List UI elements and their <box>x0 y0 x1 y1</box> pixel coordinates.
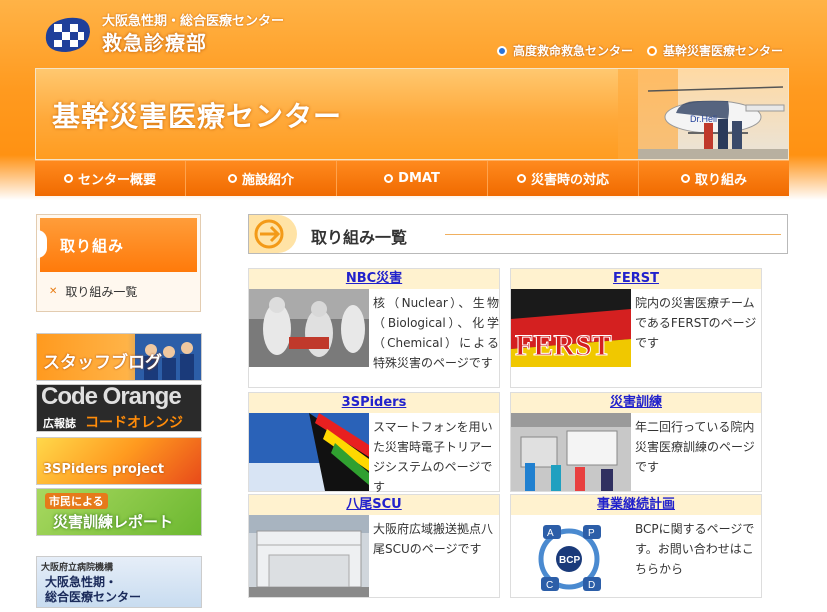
nav-dmat[interactable]: DMAT <box>337 161 488 196</box>
heading-tab <box>249 215 297 253</box>
pdca-cycle-diagram: BCP A P C D <box>511 515 631 597</box>
svg-text:A: A <box>547 528 554 539</box>
card-3spiders: 3SPiders スマートフォンを用いた災害時電子トリアージシステムのページです <box>248 392 500 494</box>
arrow-right-icon <box>254 219 284 249</box>
circle-icon <box>63 174 73 183</box>
main-nav: センター概要 施設紹介 DMAT 災害時の対応 取り組み <box>35 160 789 196</box>
banner-staff-blog[interactable]: スタッフブログ <box>36 333 202 381</box>
tab-notch-icon <box>37 230 47 258</box>
card-title-link[interactable]: 3SPiders <box>249 393 499 413</box>
card-description: 年二回行っている院内災害医療訓練のページです <box>635 420 755 474</box>
card-yao-scu: 八尾SCU 大阪府広域搬送拠点八尾SCUのページです <box>248 494 500 598</box>
card-title-link[interactable]: 八尾SCU <box>249 495 499 515</box>
header-links: 高度救命救急センター 基幹災害医療センター <box>496 42 783 59</box>
link-label: 高度救命救急センター <box>512 44 633 58</box>
card-description: BCPに関するページです。お問い合わせはこちらから <box>635 522 755 576</box>
3spiders-phone-image <box>249 413 369 491</box>
circle-icon <box>384 174 394 183</box>
nav-label: センター概要 <box>77 173 156 188</box>
card-ferst: FERST FERST 院内の災害医療チームであるFERSTのページです <box>510 268 762 388</box>
card-nbc: NBC災害 核（Nuclear）、生物（Biological）、化学（Chemi… <box>248 268 500 388</box>
nav-center-overview[interactable]: センター概要 <box>35 161 186 196</box>
banner-staff-blog-label: スタッフブログ <box>43 353 162 373</box>
link-label: 基幹災害医療センター <box>662 44 783 58</box>
svg-text:FERST: FERST <box>515 329 612 362</box>
nav-label: 取り組み <box>694 173 747 188</box>
cross-bullet-icon: ✕ <box>49 285 58 297</box>
nav-label: 災害時の対応 <box>530 173 609 188</box>
card-drill: 災害訓練 年二回行っている院内災害医療訓練のページです <box>510 392 762 492</box>
drill-room-photo <box>511 413 631 491</box>
banner-drill-report-label: 災害訓練レポート <box>53 513 174 531</box>
section-heading: 取り組み一覧 <box>248 214 788 254</box>
card-description: スマートフォンを用いた災害時電子トリアージシステムのページです <box>373 420 493 494</box>
banner-drill-report-tag: 市民による <box>45 493 108 509</box>
card-title-link[interactable]: FERST <box>511 269 761 289</box>
card-title-link[interactable]: 災害訓練 <box>511 393 761 413</box>
svg-text:C: C <box>546 580 553 591</box>
banner-3spiders[interactable]: 3SPiders project <box>36 437 202 485</box>
nav-label: DMAT <box>398 171 440 186</box>
svg-text:D: D <box>588 580 595 591</box>
nbc-suits-photo <box>249 289 369 367</box>
banner-3spiders-label: 3SPiders project <box>43 462 165 477</box>
circle-icon <box>680 174 690 183</box>
circle-icon <box>227 174 237 183</box>
banner-drill-report[interactable]: 市民による 災害訓練レポート <box>36 488 202 536</box>
svg-text:BCP: BCP <box>559 555 580 566</box>
section-title: 取り組み一覧 <box>311 228 408 247</box>
circle-icon <box>516 174 526 183</box>
nav-label: 施設紹介 <box>241 173 294 188</box>
bullet-icon <box>646 45 657 56</box>
link-advanced-emergency[interactable]: 高度救命救急センター <box>496 42 633 59</box>
banner-code-orange-sub: コードオレンジ <box>85 415 183 431</box>
banner-hospital[interactable]: 大阪府立病院機構 大阪急性期・ 総合医療センター <box>36 556 202 608</box>
heading-rule <box>445 234 781 235</box>
card-bcp: 事業継続計画 BCP A P C D BCPに関するページです。お問い合わせはこ… <box>510 494 762 598</box>
banner-code-orange[interactable]: Code Orange 広報誌 コードオレンジ <box>36 384 202 432</box>
card-title-link[interactable]: NBC災害 <box>249 269 499 289</box>
svg-text:Dr.Heli: Dr.Heli <box>690 114 717 124</box>
banner-hospital-org: 大阪府立病院機構 <box>41 563 114 573</box>
link-disaster-center[interactable]: 基幹災害医療センター <box>646 42 783 59</box>
helicopter-photo: Dr.Heli <box>618 69 788 159</box>
site-logo[interactable]: 大阪急性期・総合医療センター 救急診療部 <box>44 10 344 56</box>
sidebar-heading-label: 取り組み <box>60 236 125 255</box>
card-title-link[interactable]: 事業継続計画 <box>511 495 761 515</box>
sidebar-item-label: 取り組み一覧 <box>65 284 138 299</box>
ferst-flag-photo: FERST <box>511 289 631 367</box>
svg-text:P: P <box>588 528 595 539</box>
sidebar-heading: 取り組み <box>37 218 197 272</box>
card-description: 院内の災害医療チームであるFERSTのページです <box>635 296 757 350</box>
scu-building-photo <box>249 515 369 597</box>
banner-code-orange-tag: 広報誌 <box>43 417 76 430</box>
bullet-icon <box>496 45 507 56</box>
checker-logo-icon <box>45 17 90 52</box>
card-description: 核（Nuclear）、生物（Biological）、化学（Chemical）によ… <box>373 296 499 370</box>
banner-code-orange-title: Code Orange <box>41 384 182 410</box>
sidebar-menu: 取り組み ✕ 取り組み一覧 <box>36 214 201 312</box>
banner-hospital-name2: 総合医療センター <box>45 590 142 604</box>
page-banner: 基幹災害医療センター Dr.Heli <box>35 68 789 160</box>
sidebar-item-initiatives-list[interactable]: ✕ 取り組み一覧 <box>37 275 200 307</box>
nav-facilities[interactable]: 施設紹介 <box>186 161 337 196</box>
nav-initiatives[interactable]: 取り組み <box>639 161 789 196</box>
banner-title: 基幹災害医療センター <box>52 100 343 133</box>
nav-disaster-response[interactable]: 災害時の対応 <box>488 161 639 196</box>
card-description: 大阪府広域搬送拠点八尾SCUのページです <box>373 522 494 556</box>
dept-name: 救急診療部 <box>102 31 207 55</box>
